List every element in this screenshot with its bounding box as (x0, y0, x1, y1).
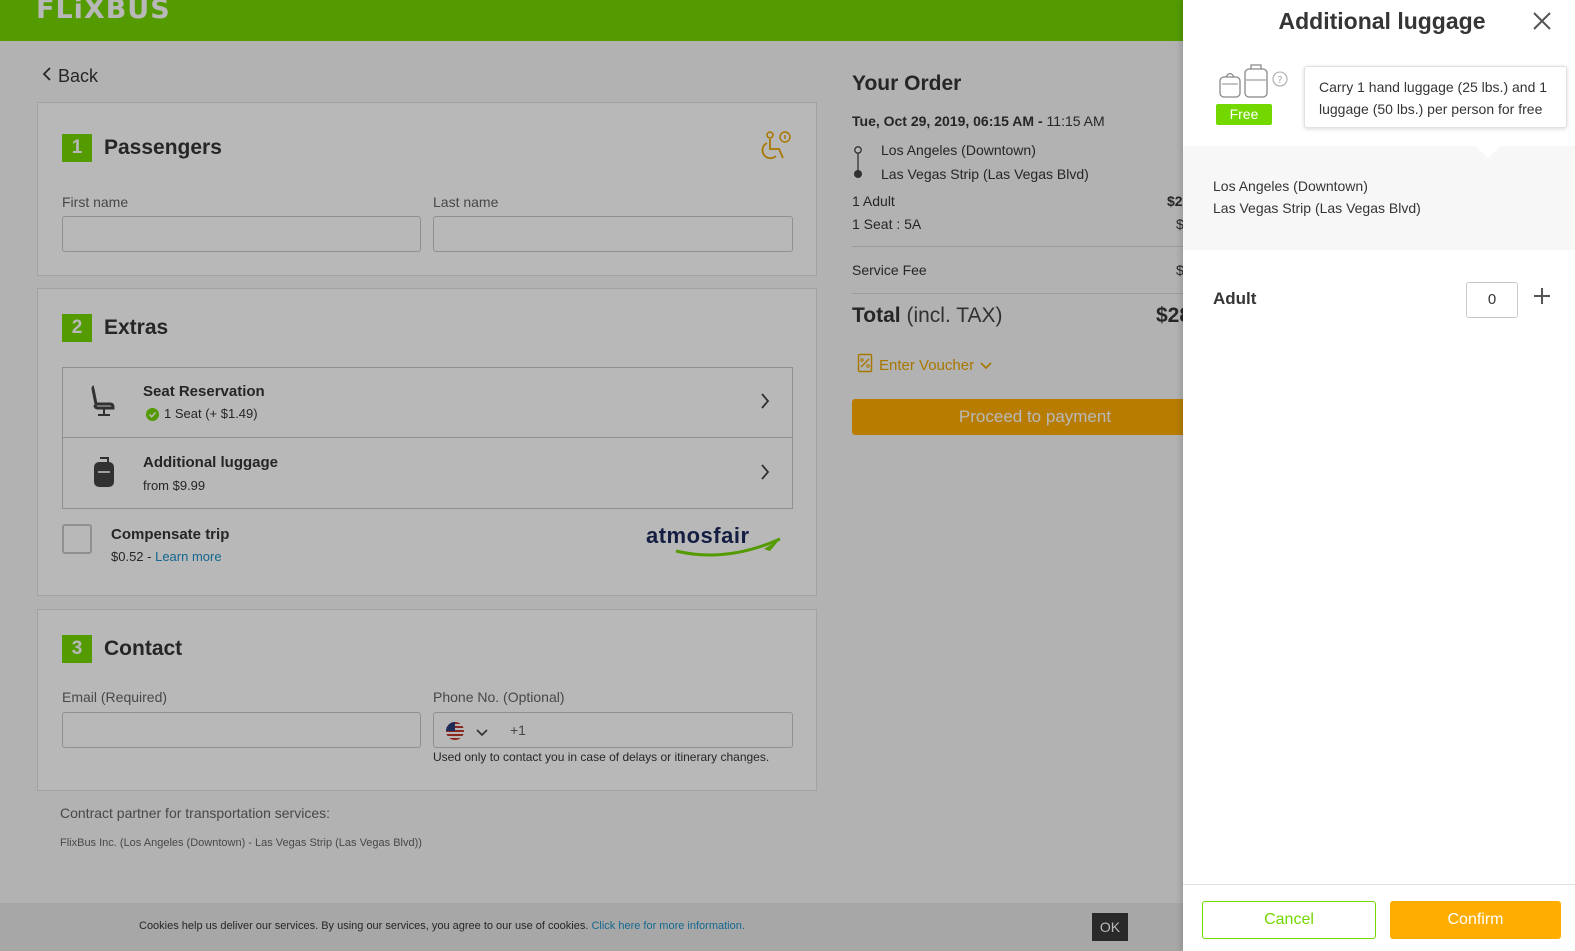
luggage-tooltip: Carry 1 hand luggage (25 lbs.) and 1 lug… (1304, 66, 1567, 128)
panel-route-from: Los Angeles (Downtown) (1213, 178, 1368, 194)
panel-title: Additional luggage (1278, 8, 1486, 34)
luggage-outline-icon: ? (1218, 63, 1290, 106)
quantity-stepper[interactable]: 0 (1466, 282, 1518, 318)
panel-route-to: Las Vegas Strip (Las Vegas Blvd) (1213, 200, 1421, 216)
panel-route: Los Angeles (Downtown) Las Vegas Strip (… (1183, 145, 1575, 250)
adult-label: Adult (1213, 289, 1257, 308)
cancel-button[interactable]: Cancel (1202, 901, 1376, 939)
additional-luggage-panel: Additional luggage ? Free Carry 1 hand l… (1183, 0, 1575, 951)
plus-icon[interactable] (1532, 286, 1552, 311)
free-badge: Free (1216, 104, 1272, 125)
panel-footer: Cancel Confirm (1183, 884, 1575, 951)
modal-backdrop[interactable] (0, 0, 1183, 951)
svg-text:?: ? (1277, 75, 1282, 86)
close-icon[interactable] (1531, 10, 1553, 37)
confirm-button[interactable]: Confirm (1390, 901, 1561, 939)
